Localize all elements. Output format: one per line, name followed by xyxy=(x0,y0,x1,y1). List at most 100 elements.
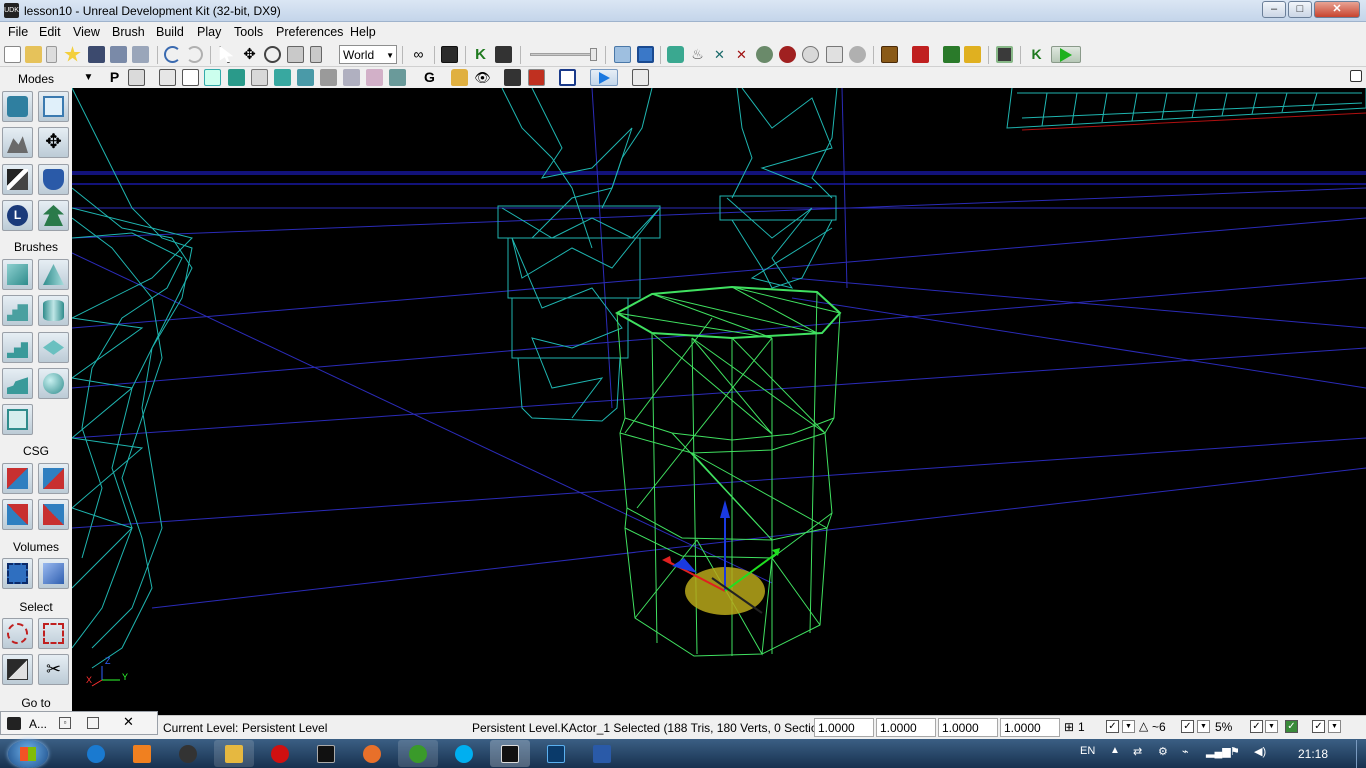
lightmap-density-icon[interactable] xyxy=(366,69,383,86)
sphere-brush-button[interactable] xyxy=(38,368,69,399)
lock-icon[interactable] xyxy=(451,69,468,86)
transform-mode-button[interactable]: ✥ xyxy=(38,127,69,158)
translate-icon[interactable]: ✥ xyxy=(241,46,258,63)
camera-speed-icon[interactable] xyxy=(504,69,521,86)
drag-grid-y-field[interactable]: 1.0000 xyxy=(876,718,936,737)
viewport-options-arrow-icon[interactable]: ▼ xyxy=(80,69,97,86)
redo-icon[interactable] xyxy=(186,46,203,63)
rotation-snap-checkbox[interactable]: ✓ xyxy=(1181,720,1194,733)
texture-align-mode-button[interactable] xyxy=(2,164,33,195)
network-activity-icon[interactable]: ⇄ xyxy=(1133,745,1142,758)
slider-knob[interactable] xyxy=(590,48,597,61)
cube-brush-button[interactable] xyxy=(2,259,33,290)
add-volume-button[interactable] xyxy=(2,558,33,589)
brush-wireframe-icon[interactable] xyxy=(159,69,176,86)
build-error-icon[interactable] xyxy=(779,46,796,63)
drag-grid-z-field[interactable]: 1.0000 xyxy=(938,718,998,737)
hide-selected-button[interactable] xyxy=(38,618,69,649)
maximize-viewport-icon[interactable] xyxy=(559,69,576,86)
signal-icon[interactable]: ▂▄▆ xyxy=(1206,745,1231,758)
language-indicator[interactable]: EN xyxy=(1080,745,1095,757)
csg-intersect-button[interactable] xyxy=(2,499,33,530)
static-mesh-mode-button[interactable]: L xyxy=(2,200,33,231)
build-geometry-icon[interactable] xyxy=(667,46,684,63)
save-all-levels-icon[interactable] xyxy=(132,46,149,63)
rotation-snap-value[interactable]: ~6 xyxy=(1152,720,1166,734)
start-button[interactable] xyxy=(8,740,48,768)
menu-tools[interactable]: Tools xyxy=(234,25,263,39)
scale-icon[interactable] xyxy=(287,46,304,63)
realtime-audio-icon[interactable] xyxy=(528,69,545,86)
show-selected-button[interactable] xyxy=(2,618,33,649)
coordinate-system-select[interactable]: World ▼ xyxy=(339,45,397,64)
clock[interactable]: 21:18 xyxy=(1298,747,1328,761)
volume-list-button[interactable] xyxy=(38,558,69,589)
action-center-flag-icon[interactable]: ⚑ xyxy=(1230,745,1240,758)
menu-file[interactable]: File xyxy=(8,25,28,39)
grid-size-value[interactable]: 1 xyxy=(1078,720,1085,734)
show-all-button[interactable]: ✂ xyxy=(38,654,69,685)
taskbar-app-8[interactable] xyxy=(444,740,484,767)
taskbar-app-10[interactable] xyxy=(536,740,576,767)
taskbar-app-7[interactable] xyxy=(398,740,438,767)
spiral-stair-brush-button[interactable] xyxy=(2,368,33,399)
play-in-editor-button[interactable] xyxy=(1051,46,1081,63)
mobile-preview-icon[interactable] xyxy=(964,46,981,63)
drag-grid-w-field[interactable]: 1.0000 xyxy=(1000,718,1060,737)
autosave-icon[interactable]: ✓ xyxy=(1285,720,1298,733)
taskbar-app-0[interactable] xyxy=(76,740,116,767)
build-paths-icon[interactable]: ✕ xyxy=(711,46,728,63)
rotate-icon[interactable] xyxy=(264,46,281,63)
nonuniform-scale-icon[interactable] xyxy=(310,46,322,63)
scale-snap-value[interactable]: 5% xyxy=(1215,720,1232,734)
z-axis-arrow-head[interactable] xyxy=(720,500,730,518)
play-in-viewport-icon[interactable] xyxy=(996,46,1013,63)
csg-add-button[interactable] xyxy=(2,463,33,494)
eye-icon[interactable]: 👁 xyxy=(474,69,491,86)
select-arrow-icon[interactable] xyxy=(219,46,234,63)
close-button[interactable]: ✕ xyxy=(1314,1,1360,18)
new-map-icon[interactable] xyxy=(4,46,21,63)
lit-icon[interactable] xyxy=(228,69,245,86)
scale-snap-checkbox[interactable]: ✓ xyxy=(1250,720,1263,733)
taskbar-app-5[interactable] xyxy=(306,740,346,767)
minimize-button[interactable]: – xyxy=(1262,1,1286,18)
csg-subtract-button[interactable] xyxy=(38,463,69,494)
menu-help[interactable]: Help xyxy=(350,25,376,39)
kismet-play-icon[interactable]: K xyxy=(1028,46,1045,63)
drag-grid-x-field[interactable]: 1.0000 xyxy=(814,718,874,737)
undo-icon[interactable] xyxy=(164,46,181,63)
taskbar-app-2[interactable] xyxy=(168,740,208,767)
scale-snap-dropdown-icon[interactable]: ▼ xyxy=(1265,720,1278,733)
content-browser-icon[interactable] xyxy=(441,46,458,63)
sheet-brush-button[interactable] xyxy=(38,332,69,363)
matinee-icon[interactable] xyxy=(495,46,512,63)
game-view-button[interactable]: G xyxy=(421,69,438,86)
taskbar-app-3[interactable] xyxy=(214,740,254,767)
minimized-panel[interactable]: A... ▫ ✕ xyxy=(0,711,158,735)
mini-close-icon[interactable]: ✕ xyxy=(123,714,134,730)
sound-icon[interactable] xyxy=(826,46,843,63)
play-on-pc-icon[interactable] xyxy=(943,46,960,63)
play-in-console-icon[interactable] xyxy=(912,46,929,63)
open-folder-icon[interactable] xyxy=(25,46,42,63)
unlit-icon[interactable] xyxy=(204,69,221,86)
volumetric-brush-button[interactable] xyxy=(2,404,33,435)
save-icon[interactable] xyxy=(88,46,105,63)
lock-viewport-icon[interactable] xyxy=(128,69,145,86)
tray-expand-icon[interactable]: ▲ xyxy=(1110,745,1120,756)
menu-brush[interactable]: Brush xyxy=(112,25,145,39)
terrain-mode-button[interactable] xyxy=(2,127,33,158)
realtime-checkbox[interactable]: ✓ xyxy=(1312,720,1325,733)
light-complexity-icon[interactable] xyxy=(297,69,314,86)
linear-stair-brush-button[interactable] xyxy=(2,332,33,363)
taskbar-app-1[interactable] xyxy=(122,740,162,767)
tray-app-icon[interactable]: ⚙ xyxy=(1158,745,1168,758)
rotation-snap-dropdown-icon[interactable]: ▼ xyxy=(1197,720,1210,733)
realtime-dropdown-icon[interactable]: ▼ xyxy=(1328,720,1341,733)
taskbar-app-4[interactable] xyxy=(260,740,300,767)
menu-edit[interactable]: Edit xyxy=(39,25,61,39)
save-all-icon[interactable] xyxy=(110,46,127,63)
usb-icon[interactable]: ⌁ xyxy=(1182,745,1189,758)
recent-dropdown-icon[interactable] xyxy=(46,46,57,63)
